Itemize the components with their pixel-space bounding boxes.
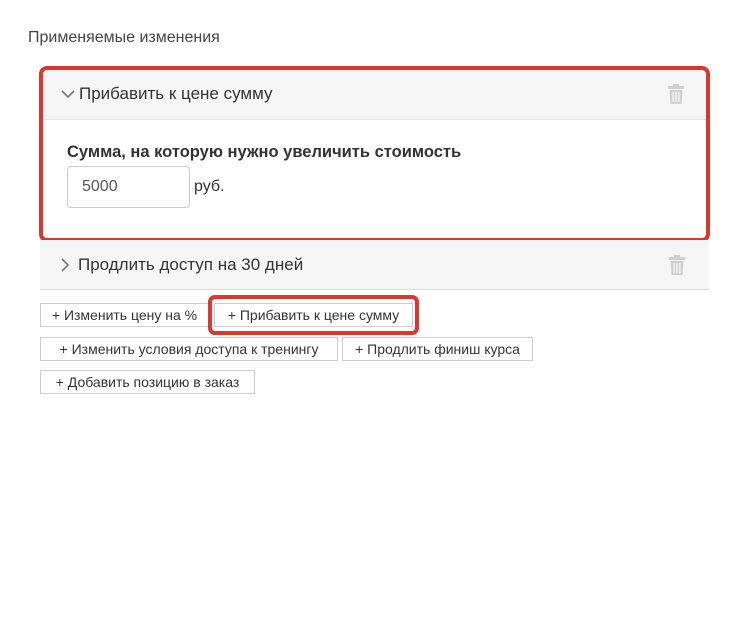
amount-input[interactable]	[67, 166, 190, 208]
panel-title: Продлить доступ на 30 дней	[78, 254, 304, 274]
add-change-price-percent-button[interactable]: + Изменить цену на %	[40, 303, 209, 327]
change-panel-extend-access: Продлить доступ на 30 дней	[40, 240, 709, 290]
add-price-amount-button[interactable]: + Прибавить к цене сумму	[214, 303, 413, 327]
panel-title: Прибавить к цене сумму	[79, 84, 273, 103]
change-panel-add-amount: Прибавить к цене сумму Сумма, на которую…	[40, 68, 709, 240]
panel-header-add-amount[interactable]: Прибавить к цене сумму	[41, 69, 708, 120]
add-order-position-button[interactable]: + Добавить позицию в заказ	[40, 370, 255, 394]
add-change-access-conditions-button[interactable]: + Изменить условия доступа к тренингу	[40, 337, 338, 361]
trash-icon[interactable]	[666, 83, 686, 105]
chevron-right-icon	[60, 257, 76, 272]
amount-field-label: Сумма, на которую нужно увеличить стоимо…	[67, 143, 462, 161]
section-title: Применяемые изменения	[28, 29, 220, 46]
currency-unit: руб.	[194, 178, 225, 195]
panel-header-extend-access[interactable]: Продлить доступ на 30 дней	[40, 240, 709, 290]
chevron-down-icon	[61, 89, 77, 99]
add-extend-course-finish-button[interactable]: + Продлить финиш курса	[342, 337, 533, 361]
trash-icon[interactable]	[667, 254, 687, 276]
panel-body: Сумма, на которую нужно увеличить стоимо…	[41, 120, 708, 238]
